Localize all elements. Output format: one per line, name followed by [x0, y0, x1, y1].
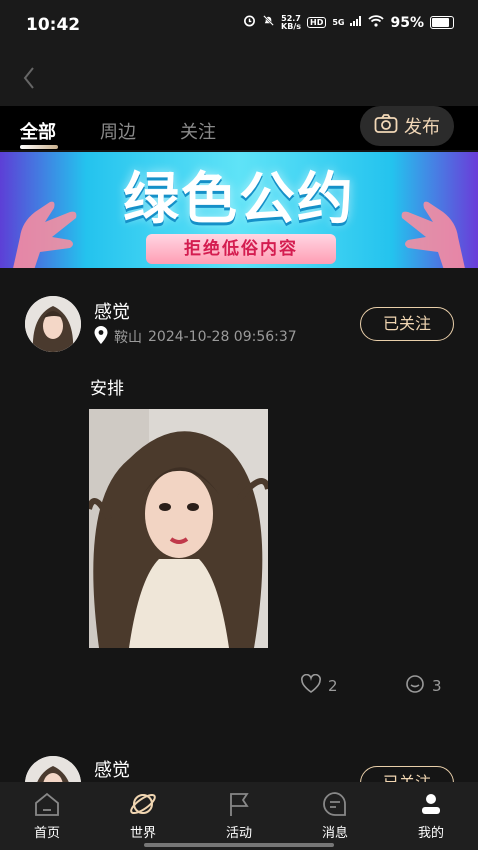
tab-nearby[interactable]: 周边	[100, 118, 136, 144]
tab-home[interactable]: 首页	[17, 790, 77, 841]
comment-action[interactable]: 3	[404, 674, 442, 698]
planet-icon	[130, 793, 156, 815]
top-nav-bar	[0, 50, 478, 106]
mute-bell-icon	[262, 14, 275, 31]
comment-count: 3	[432, 677, 442, 695]
status-icons: 52.7 KB/s HD 5G 95%	[243, 14, 454, 31]
tab-follow[interactable]: 关注	[180, 118, 216, 144]
post-username[interactable]: 感觉	[94, 756, 130, 782]
post-photo[interactable]	[89, 409, 268, 648]
chat-icon	[323, 792, 346, 816]
bottom-tab-bar: 首页 世界 活动 消息 我的	[0, 782, 478, 850]
location-pin-icon	[94, 326, 108, 348]
avatar[interactable]	[25, 296, 81, 352]
back-arrow-icon[interactable]	[22, 66, 36, 94]
battery-icon	[430, 16, 454, 29]
tab-world[interactable]: 世界	[113, 790, 173, 841]
tab-messages[interactable]: 消息	[305, 790, 365, 841]
post-timestamp: 2024-10-28 09:56:37	[148, 329, 297, 345]
active-tab-indicator	[20, 145, 58, 149]
net-speed: 52.7 KB/s	[281, 13, 301, 31]
tab-activity[interactable]: 活动	[209, 790, 269, 841]
heart-icon	[300, 673, 322, 698]
user-icon	[422, 794, 440, 814]
feed-tabs: 全部 周边 关注 发布	[0, 106, 478, 150]
status-time: 10:42	[26, 15, 81, 35]
post-location: 鞍山	[114, 330, 142, 346]
comment-bubble-icon	[404, 674, 426, 698]
hd-badge: HD	[307, 17, 327, 28]
banner-title: 绿色公约	[123, 167, 355, 232]
camera-icon	[374, 113, 398, 139]
wifi-icon	[368, 14, 385, 31]
network-type: 5G	[332, 18, 345, 27]
green-pact-banner[interactable]: 绿色公约 拒绝低俗内容	[0, 152, 478, 268]
publish-button[interactable]: 发布	[360, 106, 454, 146]
flag-icon	[230, 793, 249, 816]
banner-subtitle: 拒绝低俗内容	[146, 234, 336, 264]
signal-icon	[350, 15, 362, 30]
status-bar: 10:42 52.7 KB/s HD 5G 95%	[0, 0, 478, 50]
home-icon	[35, 792, 59, 816]
battery-percent: 95%	[390, 14, 424, 31]
followed-button[interactable]: 已关注	[360, 307, 454, 341]
publish-label: 发布	[404, 117, 440, 138]
post-username[interactable]: 感觉	[94, 298, 130, 324]
like-action[interactable]: 2	[300, 673, 338, 698]
home-indicator	[144, 843, 334, 847]
tab-all[interactable]: 全部	[20, 118, 56, 144]
post-text: 安排	[90, 379, 124, 399]
like-count: 2	[328, 677, 338, 695]
post-meta: 鞍山 2024-10-28 09:56:37	[94, 326, 297, 348]
feed-post: 感觉 鞍山 2024-10-28 09:56:37 已关注 安排 2 3	[0, 296, 478, 716]
tab-mine[interactable]: 我的	[401, 790, 461, 841]
alarm-icon	[243, 14, 256, 31]
